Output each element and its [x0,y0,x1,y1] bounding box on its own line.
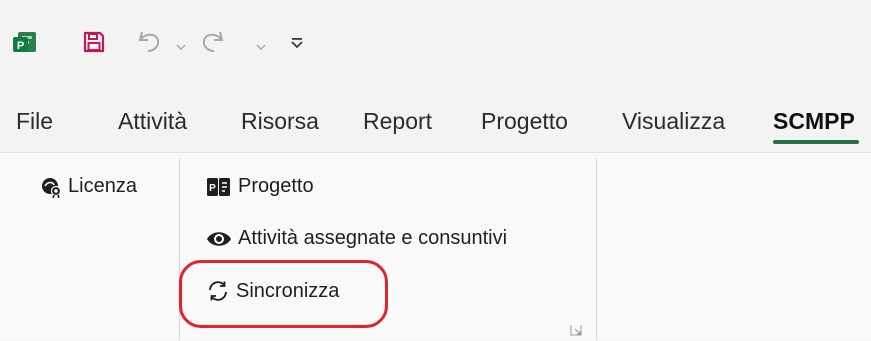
project-file-icon: P [206,176,232,198]
dialog-launcher-icon[interactable] [570,323,582,341]
tab-report[interactable]: Report [363,108,432,135]
license-button[interactable]: Licenza [40,175,137,198]
project-label: Progetto [238,175,314,197]
ribbon-panel: Licenza P Progetto Attività assegnate e … [0,152,871,340]
tab-attivita[interactable]: Attività [118,108,187,135]
project-app-icon: P [12,30,38,61]
tab-file[interactable]: File [16,108,53,135]
svg-text:P: P [209,183,216,194]
undo-icon[interactable] [136,28,166,59]
ribbon-tabs: File Attività Risorsa Report Progetto Vi… [0,96,871,152]
license-badge-icon [40,176,62,198]
customize-toolbar-icon[interactable] [290,36,304,54]
project-button[interactable]: P Progetto [206,175,314,198]
tab-visualizza[interactable]: Visualizza [622,108,725,135]
tab-risorsa[interactable]: Risorsa [241,108,319,135]
tab-progetto[interactable]: Progetto [481,108,568,135]
undo-dropdown-chevron-icon[interactable] [176,38,186,56]
assignments-label: Attività assegnate e consuntivi [238,227,508,249]
svg-text:P: P [17,40,24,52]
quick-access-toolbar: P [0,0,871,88]
eye-icon [206,229,232,249]
save-icon[interactable] [82,30,106,59]
highlight-annotation [179,260,388,328]
redo-dropdown-chevron-icon[interactable] [256,38,266,56]
active-tab-indicator [773,140,859,144]
tab-scmpp[interactable]: SCMPP [773,108,855,135]
redo-icon[interactable] [196,28,226,59]
assignments-button[interactable]: Attività assegnate e consuntivi [206,227,507,250]
license-label: Licenza [68,175,137,197]
group-separator-right [596,159,597,340]
